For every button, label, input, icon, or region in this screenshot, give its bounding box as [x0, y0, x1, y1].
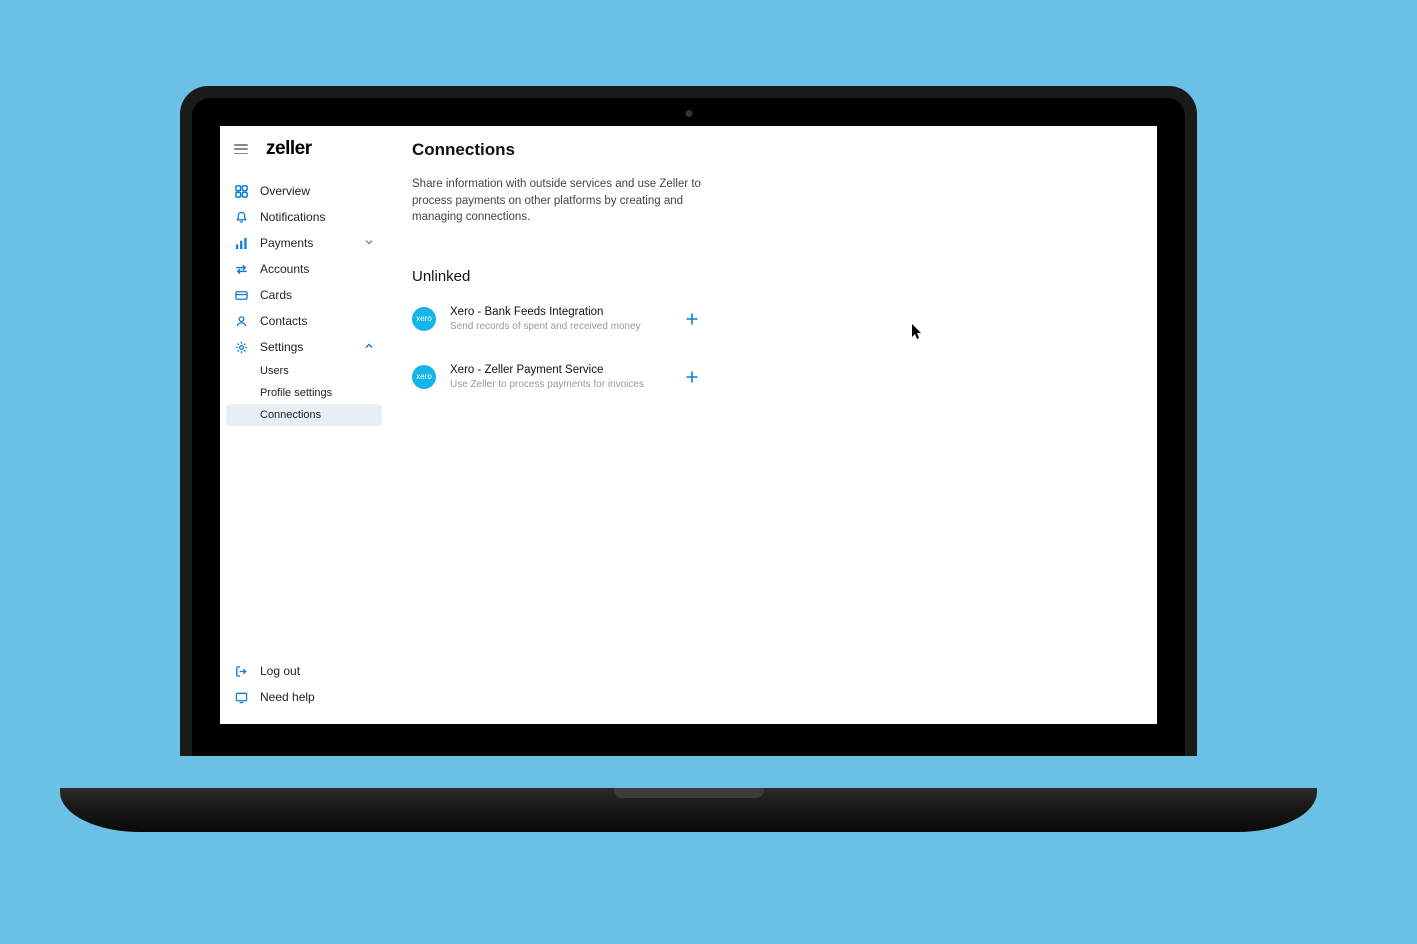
- divider: [412, 339, 1117, 357]
- connection-row: xero Xero - Zeller Payment Service Use Z…: [412, 357, 702, 397]
- subnav-users[interactable]: Users: [220, 360, 388, 382]
- connection-subtitle: Use Zeller to process payments for invoi…: [450, 378, 668, 391]
- chart-icon: [234, 236, 248, 250]
- grid-icon: [234, 184, 248, 198]
- menu-icon[interactable]: [234, 144, 248, 154]
- sidebar: zeller Overview: [220, 126, 388, 724]
- card-icon: [234, 288, 248, 302]
- sidebar-item-label: Cards: [260, 288, 292, 302]
- sidebar-item-label: Settings: [260, 340, 303, 354]
- sidebar-item-settings[interactable]: Settings: [220, 334, 388, 360]
- laptop-bezel: zeller Overview: [192, 98, 1185, 756]
- laptop-lid: zeller Overview: [180, 86, 1197, 756]
- chevron-down-icon: [364, 236, 374, 250]
- user-icon: [234, 314, 248, 328]
- camera-icon: [685, 110, 692, 117]
- sidebar-item-payments[interactable]: Payments: [220, 230, 388, 256]
- sidebar-item-notifications[interactable]: Notifications: [220, 204, 388, 230]
- section-title-unlinked: Unlinked: [412, 268, 1117, 285]
- chevron-up-icon: [364, 340, 374, 354]
- transfer-icon: [234, 262, 248, 276]
- sidebar-item-logout[interactable]: Log out: [220, 658, 388, 684]
- sidebar-header: zeller: [220, 134, 388, 170]
- connection-text: Xero - Bank Feeds Integration Send recor…: [450, 305, 668, 333]
- connection-title: Xero - Zeller Payment Service: [450, 363, 668, 378]
- sidebar-item-label: Notifications: [260, 210, 325, 224]
- sidebar-item-label: Log out: [260, 664, 300, 678]
- app-screen: zeller Overview: [220, 126, 1157, 724]
- help-icon: [234, 690, 248, 704]
- connection-subtitle: Send records of spent and received money: [450, 320, 668, 333]
- logout-icon: [234, 664, 248, 678]
- add-connection-button[interactable]: [682, 309, 702, 329]
- connection-row: xero Xero - Bank Feeds Integration Send …: [412, 299, 702, 339]
- page-description: Share information with outside services …: [412, 176, 712, 226]
- xero-logo-icon: xero: [412, 307, 436, 331]
- laptop-mockup: zeller Overview: [180, 86, 1197, 786]
- subnav-profile-settings[interactable]: Profile settings: [220, 382, 388, 404]
- settings-subnav: Users Profile settings Connections: [220, 360, 388, 426]
- connection-text: Xero - Zeller Payment Service Use Zeller…: [450, 363, 668, 391]
- xero-logo-icon: xero: [412, 365, 436, 389]
- bell-icon: [234, 210, 248, 224]
- sidebar-item-label: Accounts: [260, 262, 309, 276]
- sidebar-item-label: Need help: [260, 690, 315, 704]
- page-title: Connections: [412, 140, 1117, 160]
- main-content: Connections Share information with outsi…: [388, 126, 1157, 724]
- sidebar-item-label: Contacts: [260, 314, 307, 328]
- primary-nav: Overview Notifications P: [220, 178, 388, 426]
- sidebar-item-label: Overview: [260, 184, 310, 198]
- sidebar-item-overview[interactable]: Overview: [220, 178, 388, 204]
- add-connection-button[interactable]: [682, 367, 702, 387]
- subnav-connections[interactable]: Connections: [226, 404, 382, 426]
- sidebar-footer: Log out Need help: [220, 658, 388, 716]
- brand-logo: zeller: [266, 138, 312, 160]
- connection-title: Xero - Bank Feeds Integration: [450, 305, 668, 320]
- sidebar-item-contacts[interactable]: Contacts: [220, 308, 388, 334]
- sidebar-item-label: Payments: [260, 236, 313, 250]
- sidebar-item-accounts[interactable]: Accounts: [220, 256, 388, 282]
- gear-icon: [234, 340, 248, 354]
- sidebar-item-cards[interactable]: Cards: [220, 282, 388, 308]
- laptop-base: [60, 788, 1317, 832]
- sidebar-item-help[interactable]: Need help: [220, 684, 388, 710]
